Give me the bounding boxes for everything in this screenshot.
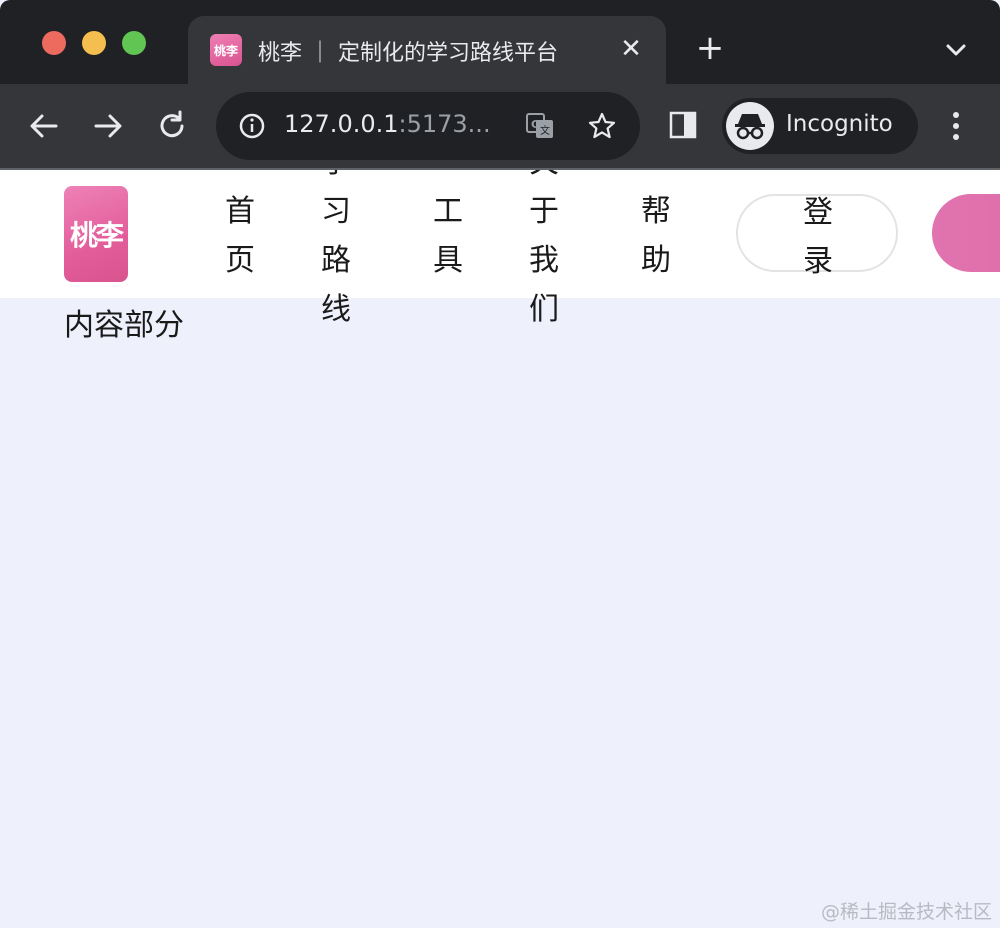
tab-favicon: 桃李 [210,34,242,66]
svg-text:G: G [531,118,540,131]
login-button[interactable]: 登录 [736,194,898,279]
login-label: 登录 [803,195,833,279]
nav-item-help[interactable]: 帮助 [639,187,673,285]
url-host: 127.0.0.1 [284,110,399,138]
tab-close-icon[interactable]: ✕ [616,34,646,64]
page-viewport: 桃李 首页 学习路线 工具 关于我们 帮助 登录 注册 内容部分 [0,170,1000,928]
url-text: 127.0.0.1:5173... [284,110,491,138]
svg-text:文: 文 [540,124,550,137]
address-bar[interactable]: 127.0.0.1:5173... G文 [216,92,640,160]
nav-item-about-us[interactable]: 关于我们 [527,170,561,334]
active-tab[interactable]: 桃李 桃李 ｜ 定制化的学习路线平台 ✕ [188,16,666,84]
reload-icon[interactable] [154,108,190,144]
incognito-profile-button[interactable]: Incognito [722,98,918,154]
site-logo[interactable]: 桃李 [64,186,128,282]
browser-toolbar: 127.0.0.1:5173... G文 Incognito [0,84,1000,168]
site-header: 桃李 首页 学习路线 工具 关于我们 帮助 登录 注册 [0,170,1000,327]
forward-arrow-icon[interactable] [90,108,126,144]
chevron-down-icon[interactable] [940,34,972,66]
window-maximize-button[interactable] [122,31,146,55]
watermark: @稀土掘金技术社区 [820,901,992,923]
new-tab-button[interactable]: + [694,31,726,65]
incognito-icon [726,102,774,150]
content-placeholder: 内容部分 [64,308,184,343]
kebab-menu-icon[interactable] [944,108,968,144]
nav-item-tools[interactable]: 工具 [431,187,465,285]
window-close-button[interactable] [42,31,66,55]
info-icon[interactable] [238,112,266,140]
browser-window: 桃李 桃李 ｜ 定制化的学习路线平台 ✕ + 127.0.0.1:5173...… [0,0,1000,928]
title-bar: 桃李 桃李 ｜ 定制化的学习路线平台 ✕ + [0,0,1000,84]
url-port: :5173... [398,110,491,138]
star-icon[interactable] [586,110,618,142]
tab-title: 桃李 ｜ 定制化的学习路线平台 [258,41,558,66]
translate-icon[interactable]: G文 [524,110,556,142]
incognito-label: Incognito [786,111,893,137]
register-button[interactable]: 注册 [932,194,1000,272]
side-panel-icon[interactable] [668,110,698,140]
nav-item-home[interactable]: 首页 [223,187,257,285]
window-minimize-button[interactable] [82,31,106,55]
back-arrow-icon[interactable] [26,108,62,144]
nav-item-learning-path[interactable]: 学习路线 [319,170,353,334]
